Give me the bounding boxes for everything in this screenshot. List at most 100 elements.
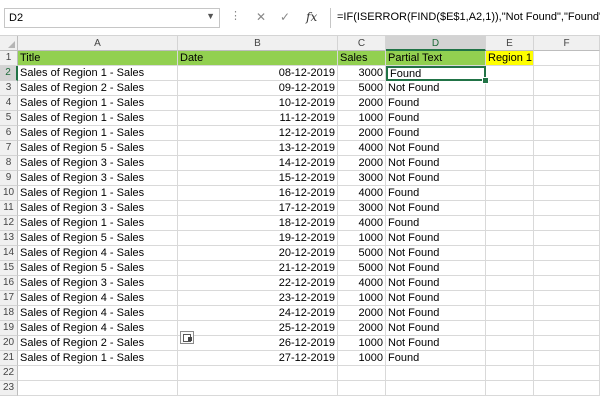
name-box[interactable]: D2 ▼ bbox=[4, 8, 220, 28]
empty-cell[interactable] bbox=[534, 246, 600, 261]
cell-date[interactable]: 10-12-2019 bbox=[178, 96, 338, 111]
empty-cell[interactable] bbox=[534, 126, 600, 141]
cell-result[interactable]: Found bbox=[386, 351, 486, 366]
empty-cell[interactable] bbox=[486, 276, 534, 291]
selected-cell[interactable]: Found bbox=[386, 66, 486, 81]
row-header[interactable]: 8 bbox=[0, 156, 18, 171]
empty-cell[interactable] bbox=[486, 246, 534, 261]
cell-result[interactable]: Not Found bbox=[386, 321, 486, 336]
row-header[interactable]: 16 bbox=[0, 276, 18, 291]
select-all-button[interactable] bbox=[0, 36, 18, 51]
cell-result[interactable]: Not Found bbox=[386, 171, 486, 186]
cell-result[interactable]: Not Found bbox=[386, 231, 486, 246]
row-header[interactable]: 18 bbox=[0, 306, 18, 321]
cell-date[interactable]: 27-12-2019 bbox=[178, 351, 338, 366]
cell-sales[interactable]: 3000 bbox=[338, 66, 386, 81]
empty-cell[interactable] bbox=[18, 366, 178, 381]
empty-cell[interactable] bbox=[18, 381, 178, 396]
cell-title[interactable]: Sales of Region 5 - Sales bbox=[18, 141, 178, 156]
cell-sales[interactable]: 4000 bbox=[338, 276, 386, 291]
cell-title[interactable]: Sales of Region 1 - Sales bbox=[18, 111, 178, 126]
cell-sales[interactable]: 5000 bbox=[338, 246, 386, 261]
cell-date[interactable]: 08-12-2019 bbox=[178, 66, 338, 81]
fill-handle[interactable] bbox=[482, 77, 489, 84]
cell-title[interactable]: Sales of Region 3 - Sales bbox=[18, 171, 178, 186]
empty-cell[interactable] bbox=[486, 261, 534, 276]
cell-result[interactable]: Not Found bbox=[386, 261, 486, 276]
header-cell-date[interactable]: Date bbox=[178, 51, 338, 66]
cell-sales[interactable]: 1000 bbox=[338, 291, 386, 306]
header-cell-partial-text[interactable]: Partial Text bbox=[386, 51, 486, 66]
cell-title[interactable]: Sales of Region 5 - Sales bbox=[18, 231, 178, 246]
row-header[interactable]: 19 bbox=[0, 321, 18, 336]
cell-result[interactable]: Not Found bbox=[386, 306, 486, 321]
cancel-icon[interactable]: ✕ bbox=[256, 10, 266, 24]
empty-cell[interactable] bbox=[386, 381, 486, 396]
cell-title[interactable]: Sales of Region 3 - Sales bbox=[18, 201, 178, 216]
cell-date[interactable]: 26-12-2019 bbox=[178, 336, 338, 351]
empty-cell[interactable] bbox=[486, 201, 534, 216]
column-header-e[interactable]: E bbox=[486, 36, 534, 51]
cell-date[interactable]: 24-12-2019 bbox=[178, 306, 338, 321]
empty-cell[interactable] bbox=[486, 306, 534, 321]
row-header[interactable]: 21 bbox=[0, 351, 18, 366]
row-header[interactable]: 23 bbox=[0, 381, 18, 396]
cell-date[interactable]: 25-12-2019 bbox=[178, 321, 338, 336]
row-header[interactable]: 10 bbox=[0, 186, 18, 201]
column-header-d[interactable]: D bbox=[386, 36, 486, 51]
empty-cell[interactable] bbox=[534, 321, 600, 336]
row-header[interactable]: 4 bbox=[0, 96, 18, 111]
cell-title[interactable]: Sales of Region 1 - Sales bbox=[18, 96, 178, 111]
cell-sales[interactable]: 1000 bbox=[338, 231, 386, 246]
empty-cell[interactable] bbox=[534, 366, 600, 381]
empty-cell[interactable] bbox=[534, 291, 600, 306]
column-header-b[interactable]: B bbox=[178, 36, 338, 51]
empty-cell[interactable] bbox=[486, 231, 534, 246]
cell-title[interactable]: Sales of Region 4 - Sales bbox=[18, 306, 178, 321]
cell-sales[interactable]: 3000 bbox=[338, 171, 386, 186]
row-header[interactable]: 5 bbox=[0, 111, 18, 126]
empty-cell[interactable] bbox=[486, 216, 534, 231]
column-header-f[interactable]: F bbox=[534, 36, 600, 51]
row-header[interactable]: 3 bbox=[0, 81, 18, 96]
empty-cell[interactable] bbox=[486, 351, 534, 366]
cell-result[interactable]: Not Found bbox=[386, 246, 486, 261]
cell-sales[interactable]: 2000 bbox=[338, 156, 386, 171]
empty-cell[interactable] bbox=[486, 291, 534, 306]
empty-cell[interactable] bbox=[486, 321, 534, 336]
cell-date[interactable]: 12-12-2019 bbox=[178, 126, 338, 141]
cell-sales[interactable]: 5000 bbox=[338, 261, 386, 276]
column-header-c[interactable]: C bbox=[338, 36, 386, 51]
row-header[interactable]: 22 bbox=[0, 366, 18, 381]
row-header[interactable]: 1 bbox=[0, 51, 18, 66]
cell-result[interactable]: Found bbox=[386, 216, 486, 231]
cell-date[interactable]: 13-12-2019 bbox=[178, 141, 338, 156]
cell-date[interactable]: 09-12-2019 bbox=[178, 81, 338, 96]
empty-cell[interactable] bbox=[386, 366, 486, 381]
cell-date[interactable]: 19-12-2019 bbox=[178, 231, 338, 246]
empty-cell[interactable] bbox=[486, 81, 534, 96]
cell-date[interactable]: 21-12-2019 bbox=[178, 261, 338, 276]
cell-sales[interactable]: 5000 bbox=[338, 81, 386, 96]
cell-title[interactable]: Sales of Region 5 - Sales bbox=[18, 261, 178, 276]
row-header[interactable]: 13 bbox=[0, 231, 18, 246]
cell-date[interactable]: 20-12-2019 bbox=[178, 246, 338, 261]
formula-input[interactable]: =IF(ISERROR(FIND($E$1,A2,1)),"Not Found"… bbox=[330, 8, 600, 28]
cell-title[interactable]: Sales of Region 1 - Sales bbox=[18, 126, 178, 141]
row-header[interactable]: 11 bbox=[0, 201, 18, 216]
empty-cell[interactable] bbox=[486, 141, 534, 156]
empty-cell[interactable] bbox=[534, 261, 600, 276]
empty-cell[interactable] bbox=[338, 366, 386, 381]
cell-result[interactable]: Found bbox=[386, 126, 486, 141]
row-header[interactable]: 20 bbox=[0, 336, 18, 351]
cell-sales[interactable]: 2000 bbox=[338, 96, 386, 111]
empty-cell[interactable] bbox=[178, 381, 338, 396]
cell-date[interactable]: 15-12-2019 bbox=[178, 171, 338, 186]
empty-cell[interactable] bbox=[486, 336, 534, 351]
header-cell-sales[interactable]: Sales bbox=[338, 51, 386, 66]
empty-cell[interactable] bbox=[338, 381, 386, 396]
cell-result[interactable]: Found bbox=[386, 186, 486, 201]
paste-options-icon[interactable] bbox=[180, 331, 194, 344]
cell-sales[interactable]: 1000 bbox=[338, 111, 386, 126]
insert-function-icon[interactable]: fx bbox=[306, 10, 317, 24]
